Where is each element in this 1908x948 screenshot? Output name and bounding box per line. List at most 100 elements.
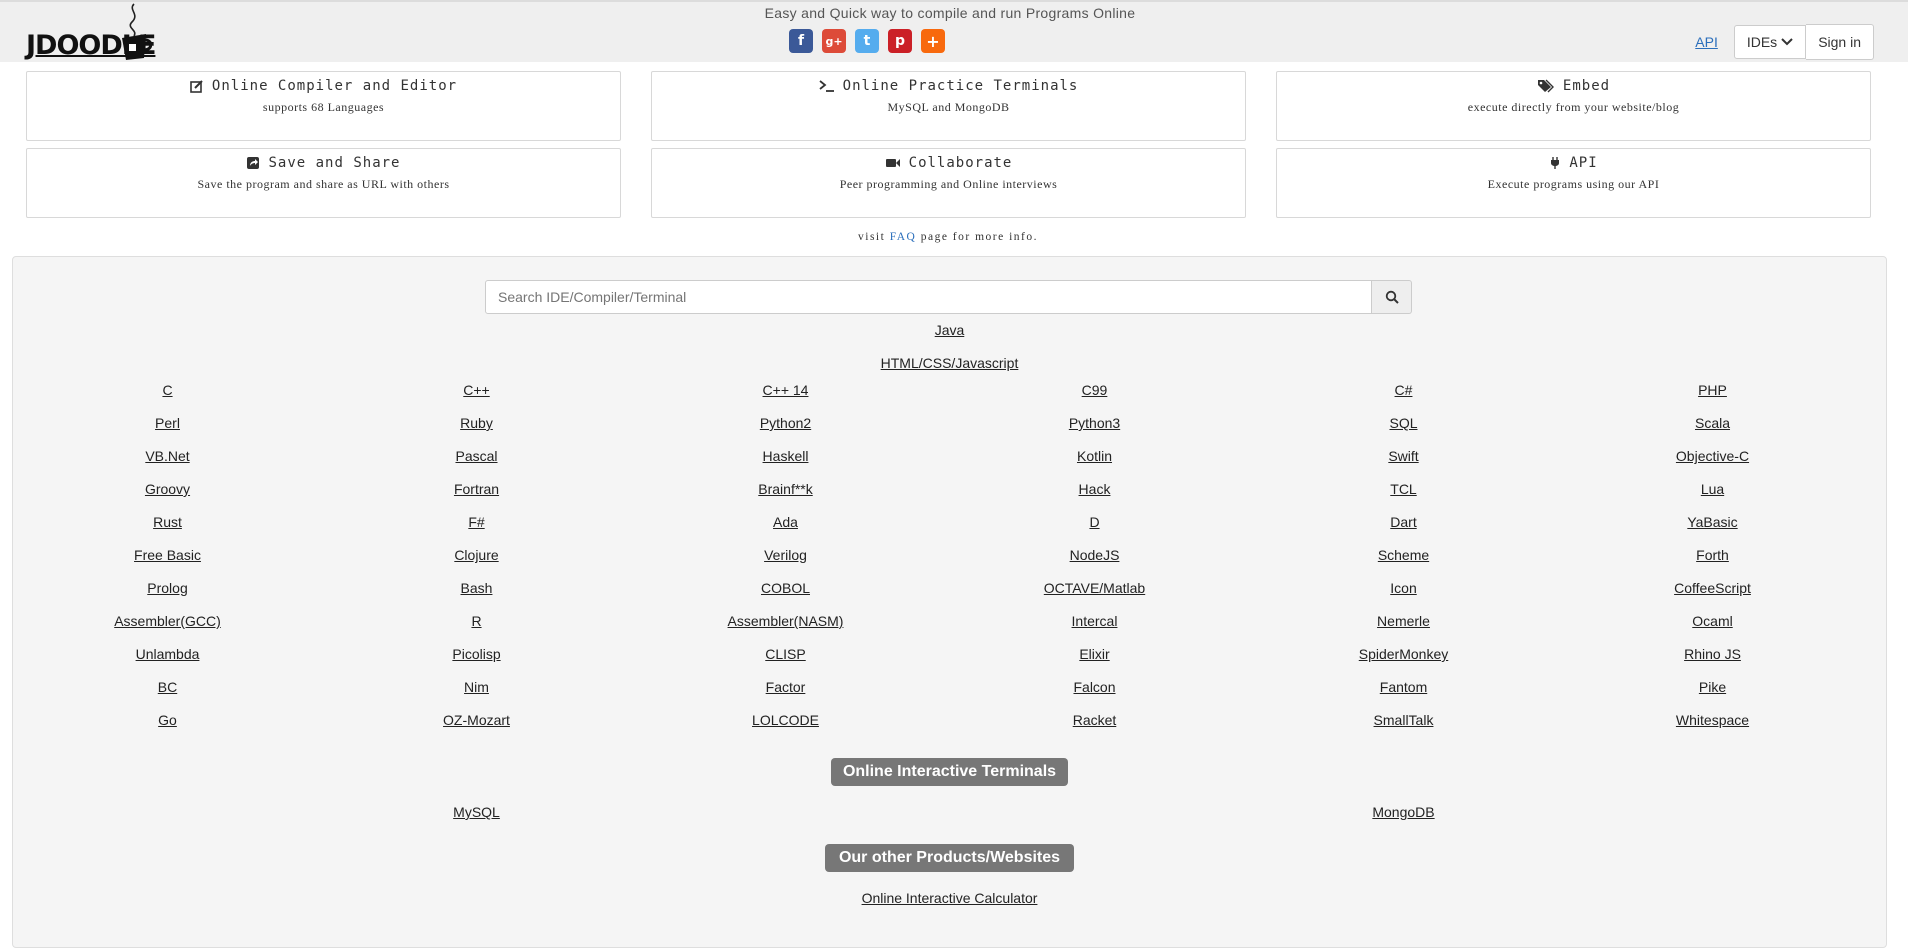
video-camera-icon bbox=[885, 159, 900, 167]
lang-link[interactable]: Rust bbox=[153, 514, 182, 530]
lang-link[interactable]: Perl bbox=[155, 415, 180, 431]
lang-link[interactable]: NodeJS bbox=[1070, 547, 1120, 563]
lang-link[interactable]: Python3 bbox=[1069, 415, 1120, 431]
lang-link[interactable]: Haskell bbox=[763, 448, 809, 464]
lang-link[interactable]: Bash bbox=[461, 580, 493, 596]
twitter-icon[interactable]: t bbox=[855, 29, 879, 53]
google-plus-icon[interactable]: g+ bbox=[822, 29, 846, 53]
language-cell: Kotlin bbox=[940, 446, 1249, 479]
lang-link[interactable]: YaBasic bbox=[1687, 514, 1737, 530]
lang-link[interactable]: C++ bbox=[463, 382, 489, 398]
lang-link[interactable]: C++ 14 bbox=[763, 382, 809, 398]
lang-link[interactable]: Kotlin bbox=[1077, 448, 1112, 464]
language-cell: D bbox=[940, 512, 1249, 545]
lang-link[interactable]: Prolog bbox=[147, 580, 187, 596]
language-cell: Pike bbox=[1558, 677, 1867, 710]
lang-link[interactable]: TCL bbox=[1390, 481, 1416, 497]
lang-link[interactable]: Nim bbox=[464, 679, 489, 695]
language-cell: OZ-Mozart bbox=[322, 710, 631, 743]
lang-link[interactable]: CLISP bbox=[765, 646, 805, 662]
lang-link[interactable]: Intercal bbox=[1072, 613, 1118, 629]
lang-link[interactable]: F# bbox=[468, 514, 484, 530]
lang-link[interactable]: R bbox=[471, 613, 481, 629]
language-cell: Racket bbox=[940, 710, 1249, 743]
lang-link[interactable]: Objective-C bbox=[1676, 448, 1749, 464]
lang-link[interactable]: Whitespace bbox=[1676, 712, 1749, 728]
lang-link[interactable]: Swift bbox=[1388, 448, 1418, 464]
pinterest-icon[interactable]: p bbox=[888, 29, 912, 53]
lang-link[interactable]: Hack bbox=[1079, 481, 1111, 497]
language-cell: Unlambda bbox=[13, 644, 322, 677]
lang-link[interactable]: Assembler(NASM) bbox=[728, 613, 844, 629]
lang-link[interactable]: Elixir bbox=[1079, 646, 1109, 662]
lang-link[interactable]: Fantom bbox=[1380, 679, 1427, 695]
lang-link[interactable]: Go bbox=[158, 712, 177, 728]
language-cell: Hack bbox=[940, 479, 1249, 512]
featured-java: Java bbox=[13, 322, 1886, 338]
lang-link[interactable]: Fortran bbox=[454, 481, 499, 497]
lang-link[interactable]: COBOL bbox=[761, 580, 810, 596]
lang-link[interactable]: C bbox=[162, 382, 172, 398]
lang-link-java[interactable]: Java bbox=[935, 322, 965, 338]
search-input[interactable] bbox=[485, 280, 1372, 314]
search-button[interactable] bbox=[1372, 280, 1412, 314]
lang-link[interactable]: C99 bbox=[1082, 382, 1108, 398]
lang-link[interactable]: Factor bbox=[766, 679, 806, 695]
language-cell: Rust bbox=[13, 512, 322, 545]
ides-dropdown-button[interactable]: IDEs bbox=[1733, 25, 1807, 59]
facebook-icon[interactable]: f bbox=[789, 29, 813, 53]
lang-link[interactable]: SQL bbox=[1389, 415, 1417, 431]
lang-link[interactable]: Falcon bbox=[1073, 679, 1115, 695]
lang-link[interactable]: Picolisp bbox=[452, 646, 500, 662]
lang-link[interactable]: Ada bbox=[773, 514, 798, 530]
language-cell: PHP bbox=[1558, 380, 1867, 413]
lang-link[interactable]: Python2 bbox=[760, 415, 811, 431]
lang-link[interactable]: Dart bbox=[1390, 514, 1416, 530]
lang-link[interactable]: BC bbox=[158, 679, 177, 695]
sign-in-button[interactable]: Sign in bbox=[1806, 24, 1874, 60]
lang-link[interactable]: Forth bbox=[1696, 547, 1729, 563]
lang-link[interactable]: Scala bbox=[1695, 415, 1730, 431]
lang-link[interactable]: LOLCODE bbox=[752, 712, 819, 728]
lang-link[interactable]: SpiderMonkey bbox=[1359, 646, 1449, 662]
lang-link[interactable]: Racket bbox=[1073, 712, 1117, 728]
language-cell: Picolisp bbox=[322, 644, 631, 677]
lang-link[interactable]: Groovy bbox=[145, 481, 190, 497]
lang-link[interactable]: Unlambda bbox=[136, 646, 200, 662]
lang-link[interactable]: Nemerle bbox=[1377, 613, 1430, 629]
lang-link[interactable]: Icon bbox=[1390, 580, 1416, 596]
lang-link[interactable]: Lua bbox=[1701, 481, 1724, 497]
language-cell: Ada bbox=[631, 512, 940, 545]
lang-link[interactable]: C# bbox=[1395, 382, 1413, 398]
lang-link[interactable]: Pike bbox=[1699, 679, 1726, 695]
lang-link[interactable]: Clojure bbox=[454, 547, 498, 563]
language-cell: Nemerle bbox=[1249, 611, 1558, 644]
lang-link[interactable]: Brainf**k bbox=[758, 481, 812, 497]
language-panel: Java HTML/CSS/Javascript C C++ C++ 14 C99 C#… bbox=[12, 256, 1887, 948]
lang-link[interactable]: D bbox=[1089, 514, 1099, 530]
lang-link[interactable]: CoffeeScript bbox=[1674, 580, 1751, 596]
lang-link[interactable]: Ocaml bbox=[1692, 613, 1732, 629]
lang-link[interactable]: OZ-Mozart bbox=[443, 712, 510, 728]
lang-link[interactable]: OCTAVE/Matlab bbox=[1044, 580, 1145, 596]
lang-link[interactable]: Verilog bbox=[764, 547, 807, 563]
terminal-link-mongodb[interactable]: MongoDB bbox=[1372, 804, 1434, 820]
lang-link[interactable]: VB.Net bbox=[145, 448, 189, 464]
product-link-calculator[interactable]: Online Interactive Calculator bbox=[862, 890, 1038, 906]
lang-link[interactable]: SmallTalk bbox=[1374, 712, 1434, 728]
addthis-icon[interactable]: + bbox=[921, 29, 945, 53]
terminal-link-mysql[interactable]: MySQL bbox=[453, 804, 500, 820]
lang-link[interactable]: Assembler(GCC) bbox=[114, 613, 221, 629]
lang-link-html-css-javascript[interactable]: HTML/CSS/Javascript bbox=[881, 355, 1019, 371]
lang-link[interactable]: Ruby bbox=[460, 415, 493, 431]
lang-link[interactable]: Rhino JS bbox=[1684, 646, 1741, 662]
lang-link[interactable]: Scheme bbox=[1378, 547, 1429, 563]
lang-link[interactable]: PHP bbox=[1698, 382, 1727, 398]
lang-link[interactable]: Pascal bbox=[455, 448, 497, 464]
language-cell: Ruby bbox=[322, 413, 631, 446]
language-cell: BC bbox=[13, 677, 322, 710]
api-link[interactable]: API bbox=[1695, 34, 1718, 50]
feature-box-compiler: Online Compiler and Editor supports 68 L… bbox=[26, 71, 621, 141]
faq-link[interactable]: FAQ bbox=[890, 231, 917, 243]
lang-link[interactable]: Free Basic bbox=[134, 547, 201, 563]
